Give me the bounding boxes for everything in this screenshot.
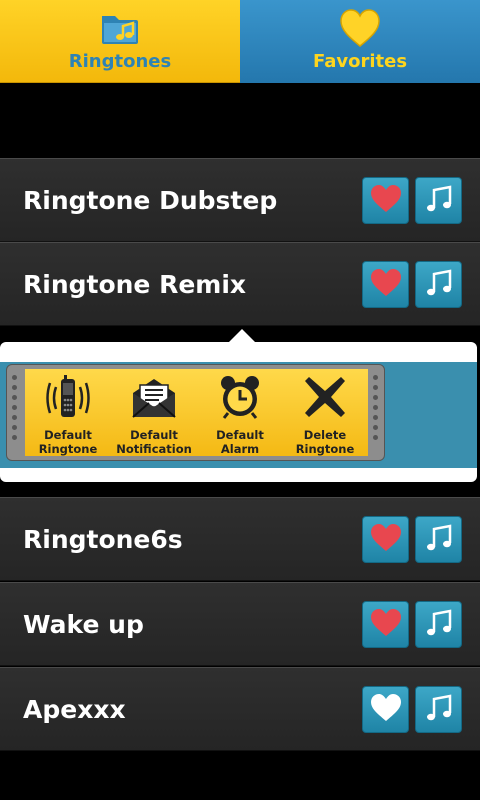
play-button[interactable]	[415, 177, 462, 224]
set-default-alarm-button[interactable]: Default Alarm	[197, 369, 283, 456]
heart-icon	[370, 523, 402, 556]
action-label-line1: Default	[130, 428, 178, 442]
music-note-icon	[423, 267, 455, 303]
action-label-line1: Default	[44, 428, 92, 442]
tab-favorites[interactable]: Favorites	[240, 0, 480, 83]
set-default-notification-button[interactable]: Default Notification	[111, 369, 197, 456]
delete-ringtone-button[interactable]: Delete Ringtone	[282, 369, 368, 456]
music-note-icon	[423, 183, 455, 219]
tab-bar: Ringtones Favorites	[0, 0, 480, 83]
action-label-line1: Delete	[303, 428, 347, 442]
play-button[interactable]	[415, 686, 462, 733]
ringtone-title: Ringtone6s	[23, 525, 183, 554]
play-button[interactable]	[415, 261, 462, 308]
action-label-line2: Notification	[116, 442, 192, 456]
list-item[interactable]: Ringtone6s	[0, 497, 480, 581]
favorite-button[interactable]	[362, 686, 409, 733]
play-button[interactable]	[415, 516, 462, 563]
music-folder-icon	[100, 8, 140, 52]
list-item[interactable]: Apexxx	[0, 667, 480, 751]
action-label-line2: Ringtone	[38, 442, 98, 456]
rivets-right	[373, 375, 379, 451]
bottom-strip	[0, 770, 480, 800]
heart-icon	[370, 268, 402, 301]
tab-ringtones-label: Ringtones	[68, 51, 172, 72]
tab-ringtones[interactable]: Ringtones	[0, 0, 240, 83]
set-default-ringtone-button[interactable]: Default Ringtone	[25, 369, 111, 456]
favorite-button[interactable]	[362, 177, 409, 224]
tab-favorites-label: Favorites	[312, 51, 408, 72]
action-label-line2: Alarm	[220, 442, 260, 456]
alarm-clock-icon	[218, 375, 262, 423]
ringtone-title: Wake up	[23, 610, 144, 639]
favorite-button[interactable]	[362, 601, 409, 648]
action-bar: Default Ringtone Default Notification De…	[6, 364, 385, 461]
action-bar-panel: Default Ringtone Default Notification De…	[25, 369, 368, 456]
heart-icon	[370, 184, 402, 217]
music-note-icon	[423, 522, 455, 558]
popup-pointer	[228, 329, 256, 343]
favorite-button[interactable]	[362, 516, 409, 563]
delete-x-icon	[303, 375, 347, 423]
ringtone-title: Ringtone Remix	[23, 270, 247, 299]
action-label-line2: Ringtone	[295, 442, 355, 456]
list-item[interactable]: Ringtone Remix	[0, 242, 480, 326]
action-label-line1: Default	[216, 428, 264, 442]
favorite-button[interactable]	[362, 261, 409, 308]
envelope-icon	[131, 377, 177, 423]
ringtone-title: Ringtone Dubstep	[23, 186, 278, 215]
play-button[interactable]	[415, 601, 462, 648]
phone-icon	[45, 375, 91, 423]
heart-icon	[370, 608, 402, 641]
music-note-icon	[423, 607, 455, 643]
list-item[interactable]: Wake up	[0, 582, 480, 666]
music-note-icon	[423, 692, 455, 728]
rivets-left	[12, 375, 18, 451]
heart-outline-icon	[370, 693, 402, 726]
heart-icon	[339, 8, 381, 52]
ringtone-title: Apexxx	[23, 695, 126, 724]
list-item[interactable]: Ringtone Dubstep	[0, 158, 480, 242]
